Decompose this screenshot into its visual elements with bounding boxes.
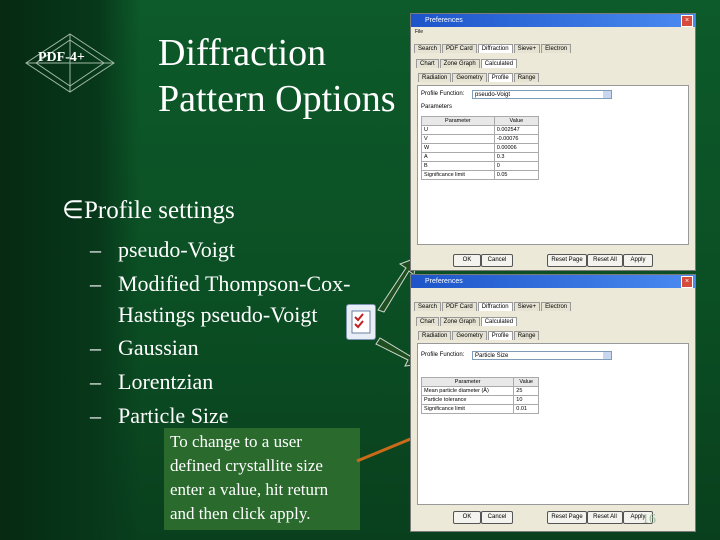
- table-row[interactable]: W 0.00006: [421, 143, 540, 153]
- profile-function-label: Profile Function:: [421, 352, 465, 358]
- logo-text: PDF-4+: [38, 50, 85, 65]
- slide-title: Diffraction Pattern Options: [158, 30, 395, 122]
- profile-panel: Profile Function: Particle Size Paramete…: [417, 343, 689, 505]
- parameters-table: Parameter Value Mean particle diameter (Å…: [420, 377, 539, 414]
- list-item: – Modified Thompson-Cox-: [90, 271, 351, 296]
- tab-geometry[interactable]: Geometry: [452, 331, 487, 340]
- chevron-down-icon: [603, 91, 611, 98]
- tab-electron[interactable]: Electron: [541, 302, 572, 311]
- profile-function-select[interactable]: Particle Size: [472, 351, 612, 360]
- tab-geometry[interactable]: Geometry: [452, 73, 487, 82]
- parameters-label: Parameters: [421, 104, 453, 110]
- cancel-button[interactable]: Cancel: [481, 254, 513, 267]
- sub-tabs: Chart Zone Graph Calculated: [416, 59, 518, 68]
- list-item: – Particle Size: [90, 403, 229, 428]
- ok-button[interactable]: OK: [453, 511, 481, 524]
- list-item-continuation: Hastings pseudo-Voigt: [118, 302, 318, 327]
- table-row[interactable]: B0: [421, 161, 540, 171]
- list-item: – pseudo-Voigt: [90, 237, 235, 262]
- apply-button[interactable]: Apply: [623, 254, 653, 267]
- table-row[interactable]: V -0.00076: [421, 134, 540, 144]
- bullet-profile-settings: ∈Profile settings: [62, 195, 235, 225]
- tab-profile[interactable]: Profile: [487, 331, 513, 340]
- dialog-title-bar: Preferences ×: [411, 14, 695, 27]
- reset-page-button[interactable]: Reset Page: [547, 254, 587, 267]
- tab-range[interactable]: Range: [513, 73, 540, 82]
- reset-all-button[interactable]: Reset All: [587, 254, 623, 267]
- table-row[interactable]: Significance limit 0.05: [421, 170, 540, 180]
- tab-zone-graph[interactable]: Zone Graph: [439, 317, 480, 326]
- sub-tabs: Chart Zone Graph Calculated: [416, 317, 518, 326]
- tab-pdf-card[interactable]: PDF Card: [442, 44, 477, 53]
- main-tabs: Search PDF Card Diffraction Sieve+ Elect…: [414, 302, 572, 311]
- sub-tabs-2: Radiation Geometry Profile Range: [418, 73, 540, 82]
- note-box: To change to a user defined crystallite …: [164, 428, 360, 530]
- tab-diffraction[interactable]: Diffraction: [477, 44, 513, 53]
- list-item: – Lorentzian: [90, 369, 214, 394]
- tab-chart[interactable]: Chart: [416, 317, 439, 326]
- table-row[interactable]: Significance limit 0.01: [420, 404, 539, 414]
- tab-radiation[interactable]: Radiation: [418, 73, 452, 82]
- profile-function-label: Profile Function:: [421, 91, 465, 97]
- tab-chart[interactable]: Chart: [416, 59, 439, 68]
- bullet-text: Profile settings: [84, 197, 235, 224]
- close-icon[interactable]: ×: [681, 15, 693, 27]
- preferences-dialog-profile: Preferences × File Search PDF Card Diffr…: [410, 13, 696, 271]
- table-row[interactable]: Particle tolerance 10: [420, 395, 539, 405]
- list-item: – Gaussian: [90, 335, 199, 360]
- tab-sieve[interactable]: Sieve+: [513, 302, 541, 311]
- tab-diffraction[interactable]: Diffraction: [477, 302, 513, 311]
- reset-all-button[interactable]: Reset All: [587, 511, 623, 524]
- cancel-button[interactable]: Cancel: [481, 511, 513, 524]
- tab-radiation[interactable]: Radiation: [418, 331, 452, 340]
- title-line1: Diffraction: [158, 32, 327, 74]
- table-row[interactable]: Mean particle diameter (Å) 25: [420, 386, 539, 396]
- close-icon[interactable]: ×: [681, 276, 693, 288]
- tab-search[interactable]: Search: [414, 302, 442, 311]
- preferences-dialog-particle-size: Preferences × Search PDF Card Diffractio…: [410, 274, 696, 532]
- menu-file[interactable]: File: [415, 29, 423, 35]
- table-row[interactable]: U 0.002547: [421, 125, 540, 135]
- tab-calculated[interactable]: Calculated: [480, 317, 518, 326]
- dialog-title-bar: Preferences ×: [411, 275, 695, 288]
- tab-search[interactable]: Search: [414, 44, 442, 53]
- tab-range[interactable]: Range: [513, 331, 540, 340]
- ok-button[interactable]: OK: [453, 254, 481, 267]
- table-row[interactable]: A 0.3: [421, 152, 540, 162]
- sub-tabs-2: Radiation Geometry Profile Range: [418, 331, 540, 340]
- main-tabs: Search PDF Card Diffraction Sieve+ Elect…: [414, 44, 572, 53]
- profile-panel: Profile Function: pseudo-Voigt Parameter…: [417, 85, 689, 245]
- tab-pdf-card[interactable]: PDF Card: [442, 302, 477, 311]
- reset-page-button[interactable]: Reset Page: [547, 511, 587, 524]
- profile-function-select[interactable]: pseudo-Voigt: [472, 90, 612, 99]
- bullet-mark-icon: ∈: [62, 197, 84, 224]
- title-line2: Pattern Options: [158, 78, 396, 120]
- tab-profile[interactable]: Profile: [487, 73, 513, 82]
- tab-zone-graph[interactable]: Zone Graph: [439, 59, 480, 68]
- chevron-down-icon: [603, 352, 611, 359]
- page-number: 16: [642, 512, 656, 527]
- tab-sieve[interactable]: Sieve+: [513, 44, 541, 53]
- tab-electron[interactable]: Electron: [541, 44, 572, 53]
- parameters-table: Parameter Value U 0.002547 V -0.00076 W 0.00…: [421, 116, 540, 180]
- tab-calculated[interactable]: Calculated: [480, 59, 518, 68]
